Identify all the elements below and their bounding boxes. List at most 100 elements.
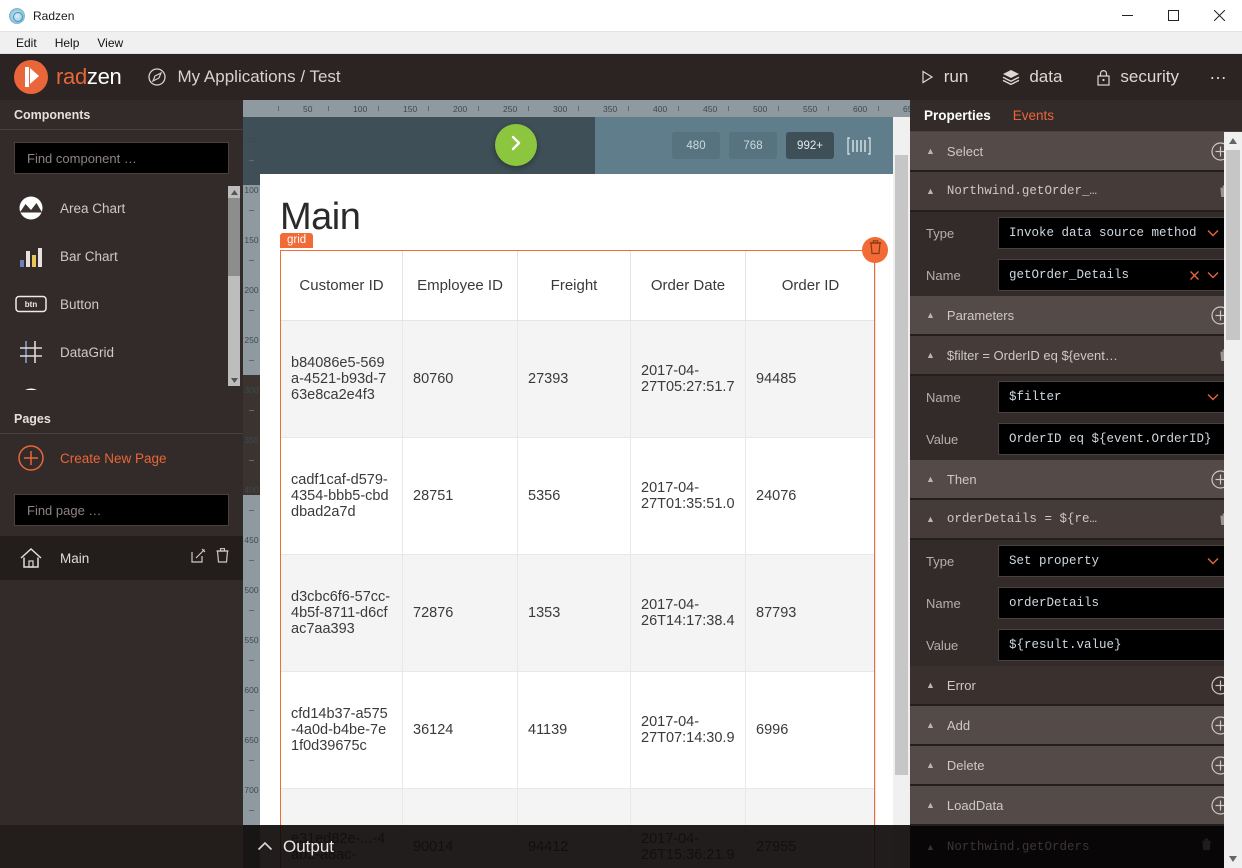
security-button[interactable]: security [1096, 67, 1179, 87]
output-bar[interactable]: Output [243, 825, 910, 868]
section-error[interactable]: ▲ Error [910, 666, 1242, 706]
data-button[interactable]: data [1002, 67, 1062, 87]
run-button[interactable]: run [919, 67, 969, 87]
breakpoint-992-button[interactable]: 992+ [786, 132, 834, 159]
then-type-dropdown[interactable]: Set property [998, 545, 1230, 577]
menu-edit[interactable]: Edit [7, 34, 46, 52]
run-label: run [943, 67, 969, 86]
canvas-vertical-scrollbar[interactable] [893, 117, 910, 868]
column-header-freight[interactable]: Freight [517, 250, 631, 321]
section-delete[interactable]: ▲ Delete [910, 746, 1242, 786]
table-row[interactable]: cadf1caf-d579-4354-bbb5-cbddbad2a7d 2875… [280, 437, 876, 555]
scroll-up-icon[interactable] [228, 186, 240, 198]
datagrid-component[interactable]: grid Customer ID Employee ID Freight Ord… [280, 233, 888, 868]
filter-value-input[interactable]: OrderID eq ${event.OrderID} [998, 423, 1230, 455]
component-label: DataGrid [60, 344, 115, 360]
name-dropdown[interactable]: getOrder_Details [998, 259, 1230, 291]
page-search-input[interactable] [14, 494, 229, 526]
edit-page-icon[interactable] [191, 548, 206, 568]
scroll-down-icon[interactable] [1224, 850, 1242, 868]
component-item-button[interactable]: btn Button [0, 280, 243, 328]
radzen-logo[interactable]: radzen [0, 60, 122, 94]
section-then[interactable]: ▲ Then [910, 460, 1242, 500]
grid-delete-button[interactable] [862, 237, 888, 263]
type-dropdown[interactable]: Invoke data source method [998, 217, 1230, 249]
component-search-input[interactable] [14, 142, 229, 174]
page-item-main[interactable]: Main [0, 536, 243, 580]
cell-employee-id: 36124 [402, 671, 518, 789]
section-select[interactable]: ▲ Select [910, 132, 1242, 172]
chevron-down-icon[interactable] [1207, 229, 1219, 237]
components-scrollbar[interactable] [228, 186, 240, 386]
chevron-down-icon[interactable] [1207, 271, 1219, 279]
cell-freight: 5356 [517, 437, 631, 555]
cell-order-id: 87793 [745, 554, 876, 672]
datagrid-icon [14, 338, 48, 366]
tab-properties[interactable]: Properties [924, 108, 991, 123]
home-icon [14, 547, 48, 569]
maximize-icon[interactable] [1150, 0, 1196, 32]
device-header-right: 480 768 992+ [595, 117, 893, 174]
breakpoint-768-button[interactable]: 768 [729, 132, 777, 159]
then-name-input[interactable]: orderDetails [998, 587, 1230, 619]
table-row[interactable]: cfd14b37-a575-4a0d-b4be-7e1f0d39675c 361… [280, 671, 876, 789]
chevron-down-icon[interactable] [1207, 557, 1219, 565]
clear-icon[interactable] [1190, 270, 1199, 280]
caret-up-icon: ▲ [926, 474, 935, 484]
section-order-details-assignment[interactable]: ▲ orderDetails = ${re… [910, 500, 1242, 540]
section-label: Delete [946, 757, 985, 773]
table-row[interactable]: b84086e5-569a-4521-b93d-763e8ca2e4f3 807… [280, 320, 876, 438]
section-filter-parameter[interactable]: ▲ $filter = OrderID eq ${event… [910, 336, 1242, 376]
breakpoint-480-button[interactable]: 480 [672, 132, 720, 159]
component-item-area-chart[interactable]: Area Chart [0, 184, 243, 232]
close-icon[interactable] [1196, 0, 1242, 32]
ruler-minor-tick [528, 106, 529, 111]
column-header-order-date[interactable]: Order Date [630, 250, 746, 321]
scroll-up-icon[interactable] [1224, 132, 1242, 150]
breadcrumb[interactable]: My Applications / Test [147, 67, 341, 87]
scroll-down-icon[interactable] [228, 374, 240, 386]
ruler-minor-tick [828, 106, 829, 111]
then-name-value: orderDetails [1009, 596, 1100, 610]
scrollbar-thumb[interactable] [1226, 150, 1240, 340]
then-value-input[interactable]: ${result.value} [998, 629, 1230, 661]
column-header-customer-id[interactable]: Customer ID [280, 250, 403, 321]
section-parameters[interactable]: ▲ Parameters [910, 296, 1242, 336]
column-header-employee-id[interactable]: Employee ID [402, 250, 518, 321]
tab-events[interactable]: Events [1013, 108, 1054, 123]
component-item-datagrid[interactable]: DataGrid [0, 328, 243, 376]
delete-page-icon[interactable] [216, 548, 229, 568]
chevron-up-icon[interactable] [257, 839, 273, 854]
ruler-minor-tick [628, 106, 629, 111]
ruler-minor-tick [478, 106, 479, 111]
field-label-name: Name [926, 267, 961, 283]
scrollbar-thumb[interactable] [228, 198, 240, 276]
trash-icon [869, 240, 882, 260]
component-item-donut-chart[interactable]: Donut Chart [0, 376, 243, 390]
ruler-minor-tick [249, 610, 254, 611]
chevron-down-icon[interactable] [1207, 393, 1219, 401]
component-item-bar-chart[interactable]: Bar Chart [0, 232, 243, 280]
caret-up-icon: ▲ [926, 310, 935, 320]
section-add[interactable]: ▲ Add [910, 706, 1242, 746]
menu-help[interactable]: Help [46, 34, 89, 52]
radzen-app-icon [9, 7, 25, 24]
section-method-northwind[interactable]: ▲ Northwind.getOrder_… [910, 172, 1242, 212]
filter-name-dropdown[interactable]: $filter [998, 381, 1230, 413]
next-step-button[interactable] [495, 124, 537, 166]
create-new-page-button[interactable]: Create New Page [0, 434, 243, 482]
responsive-icon[interactable] [847, 135, 871, 157]
ruler-minor-tick [249, 260, 254, 261]
section-loaddata[interactable]: ▲ LoadData [910, 786, 1242, 826]
column-header-order-id[interactable]: Order ID [745, 250, 876, 321]
section-next-method-northwind-getorders[interactable]: ▲ Northwind.getOrders [910, 826, 1224, 868]
ruler-minor-tick [728, 106, 729, 111]
minimize-icon[interactable] [1104, 0, 1150, 32]
delete-icon[interactable] [1201, 838, 1212, 856]
more-options-icon[interactable]: … [1209, 63, 1228, 92]
scrollbar-thumb[interactable] [895, 155, 908, 775]
security-label: security [1120, 67, 1179, 86]
menu-view[interactable]: View [88, 34, 132, 52]
table-row[interactable]: d3cbc6f6-57cc-4b5f-8711-d6cfac7aa393 728… [280, 554, 876, 672]
properties-vertical-scrollbar[interactable] [1224, 132, 1242, 868]
